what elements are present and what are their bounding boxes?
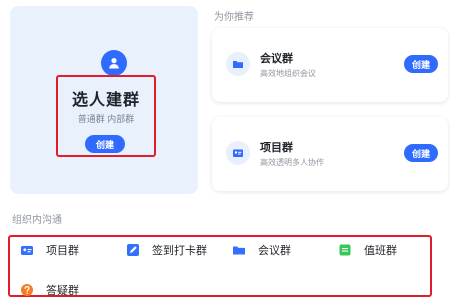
user-icon bbox=[101, 50, 127, 76]
recommend-card-meeting[interactable]: 会议群 高效地组织会议 创建 bbox=[212, 28, 448, 102]
recommend-item-desc: 高效地组织会议 bbox=[260, 69, 316, 78]
folder-icon bbox=[226, 52, 250, 76]
org-item-duty[interactable]: 值班群 bbox=[338, 240, 397, 260]
org-item-qa[interactable]: 答疑群 bbox=[20, 280, 79, 300]
recommend-section-title: 为你推荐 bbox=[214, 12, 254, 23]
org-section-title: 组织内沟通 bbox=[12, 215, 62, 226]
id-card-icon bbox=[226, 141, 250, 165]
main-card-title: 选人建群 bbox=[71, 92, 140, 109]
org-item-label: 签到打卡群 bbox=[152, 245, 207, 257]
recommend-item-name: 会议群 bbox=[260, 53, 293, 65]
org-item-label: 项目群 bbox=[46, 245, 79, 257]
create-meeting-group-button[interactable]: 创建 bbox=[404, 55, 438, 73]
create-group-button[interactable]: 创建 bbox=[85, 135, 125, 153]
org-item-label: 答疑群 bbox=[46, 285, 79, 297]
recommend-item-desc: 高效透明多人协作 bbox=[260, 158, 324, 167]
recommend-item-name: 项目群 bbox=[260, 142, 293, 154]
create-project-group-button[interactable]: 创建 bbox=[404, 144, 438, 162]
org-item-label: 会议群 bbox=[258, 245, 291, 257]
org-item-checkin[interactable]: 签到打卡群 bbox=[126, 240, 207, 260]
edit-icon bbox=[126, 243, 140, 257]
org-item-meeting[interactable]: 会议群 bbox=[232, 240, 291, 260]
question-icon bbox=[20, 283, 34, 297]
folder-icon bbox=[232, 243, 246, 257]
recommend-card-project[interactable]: 项目群 高效透明多人协作 创建 bbox=[212, 117, 448, 191]
main-card-subtitle: 普通群 内部群 bbox=[77, 114, 135, 124]
org-item-label: 值班群 bbox=[364, 245, 397, 257]
id-card-icon bbox=[20, 243, 34, 257]
org-item-project[interactable]: 项目群 bbox=[20, 240, 79, 260]
calendar-icon bbox=[338, 243, 352, 257]
